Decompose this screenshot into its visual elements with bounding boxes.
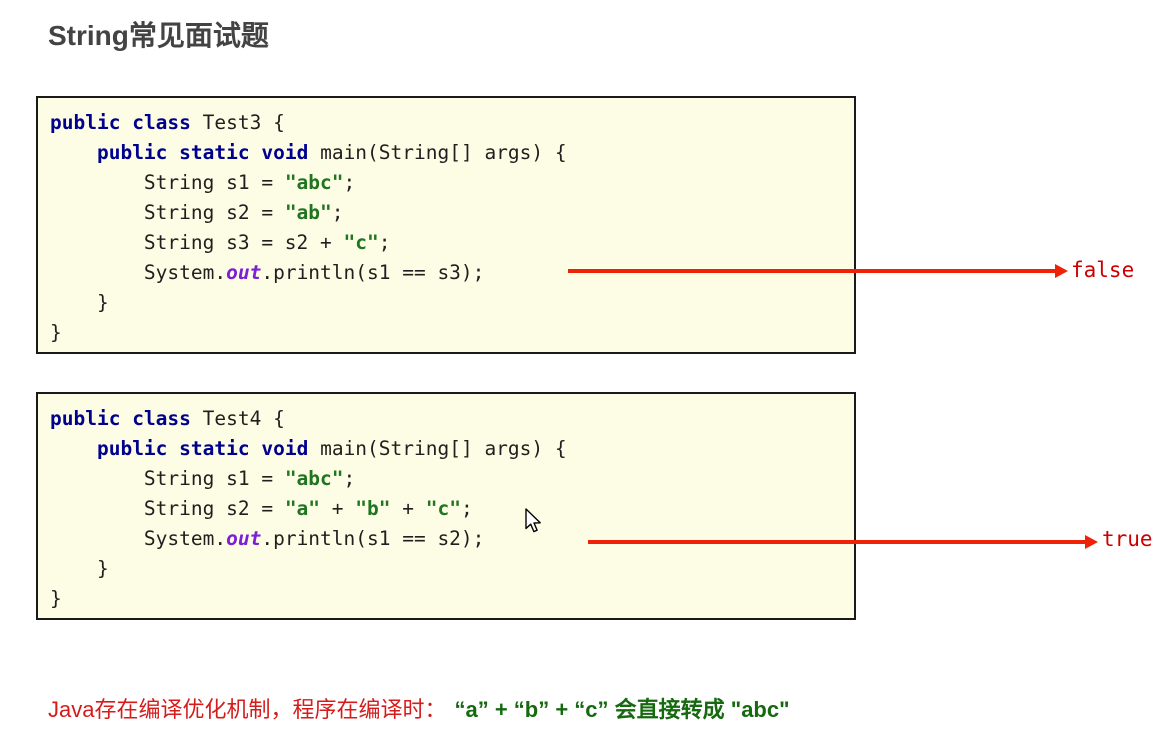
- result-label-true: true: [1102, 527, 1153, 551]
- code-block-test4: public class Test4 { public static void …: [36, 392, 856, 620]
- code-line: String s2 = "a" + "b" + "c";: [50, 494, 854, 524]
- explanation-note: Java存在编译优化机制，程序在编译时： “a” + “b” + “c” 会直接转…: [48, 694, 790, 726]
- code-line: }: [50, 584, 854, 614]
- code-token: }: [50, 557, 109, 580]
- code-token: out: [226, 261, 262, 284]
- code-token: String s3 = s2 +: [50, 231, 344, 254]
- code-token: System.: [50, 261, 227, 284]
- code-token: Test3 {: [190, 111, 285, 134]
- code-line: System.out.println(s1 == s3);: [50, 258, 854, 288]
- code-token: .println(s1 == s2);: [261, 527, 485, 550]
- code-token: "abc": [284, 467, 344, 490]
- code-token: String s2 =: [50, 497, 285, 520]
- code-token: static: [179, 437, 250, 460]
- code-token: public: [96, 141, 168, 164]
- code-token: ;: [378, 231, 391, 254]
- code-token: static: [179, 141, 250, 164]
- code-token: "abc": [284, 171, 344, 194]
- arrow-head-icon: [1085, 535, 1098, 549]
- code-token: +: [320, 497, 356, 520]
- page-title: String常见面试题: [48, 20, 269, 51]
- code-token: "b": [355, 497, 391, 520]
- code-line: }: [50, 318, 854, 348]
- code-token: void: [261, 141, 309, 164]
- code-token: "c": [425, 497, 461, 520]
- code-token: class: [132, 407, 191, 430]
- code-token: ;: [331, 201, 344, 224]
- code-token: main(String[] args) {: [308, 141, 567, 164]
- code-token: public: [50, 111, 121, 134]
- code-line: public class Test3 {: [50, 108, 854, 138]
- code-token: main(String[] args) {: [308, 437, 567, 460]
- code-line: public class Test4 {: [50, 404, 854, 434]
- code-token: String s2 =: [50, 201, 285, 224]
- code-token: }: [50, 291, 109, 314]
- code-token: public: [96, 437, 168, 460]
- code-token: void: [261, 437, 309, 460]
- code-token: }: [50, 587, 62, 610]
- code-line: String s1 = "abc";: [50, 168, 854, 198]
- arrow-head-icon: [1055, 264, 1068, 278]
- code-token: .println(s1 == s3);: [261, 261, 485, 284]
- code-token: String s1 =: [50, 467, 285, 490]
- code-token: ;: [460, 497, 473, 520]
- code-line: String s2 = "ab";: [50, 198, 854, 228]
- code-line: System.out.println(s1 == s2);: [50, 524, 854, 554]
- code-line: public static void main(String[] args) {: [50, 138, 854, 168]
- note-green-text: “a” + “b” + “c” 会直接转成 "abc": [454, 697, 790, 722]
- slide-page: String常见面试题 public class Test3 { public …: [0, 0, 1168, 752]
- code-token: "ab": [284, 201, 332, 224]
- code-token: public: [50, 407, 121, 430]
- code-token: Test4 {: [190, 407, 285, 430]
- code-line: String s1 = "abc";: [50, 464, 854, 494]
- result-label-false: false: [1071, 258, 1135, 282]
- code-block-test3: public class Test3 { public static void …: [36, 96, 856, 354]
- code-line: }: [50, 288, 854, 318]
- code-token: "c": [343, 231, 379, 254]
- code-token: ;: [343, 171, 356, 194]
- code-token: System.: [50, 527, 227, 550]
- code-token: ;: [343, 467, 356, 490]
- code-token: String s1 =: [50, 171, 285, 194]
- code-token: class: [132, 111, 191, 134]
- code-token: out: [226, 527, 262, 550]
- code-token: }: [50, 321, 62, 344]
- code-line: public static void main(String[] args) {: [50, 434, 854, 464]
- note-red-text: Java存在编译优化机制，程序在编译时：: [48, 697, 447, 722]
- code-line: }: [50, 554, 854, 584]
- code-line: String s3 = s2 + "c";: [50, 228, 854, 258]
- code-token: "a": [284, 497, 321, 520]
- code-token: +: [390, 497, 426, 520]
